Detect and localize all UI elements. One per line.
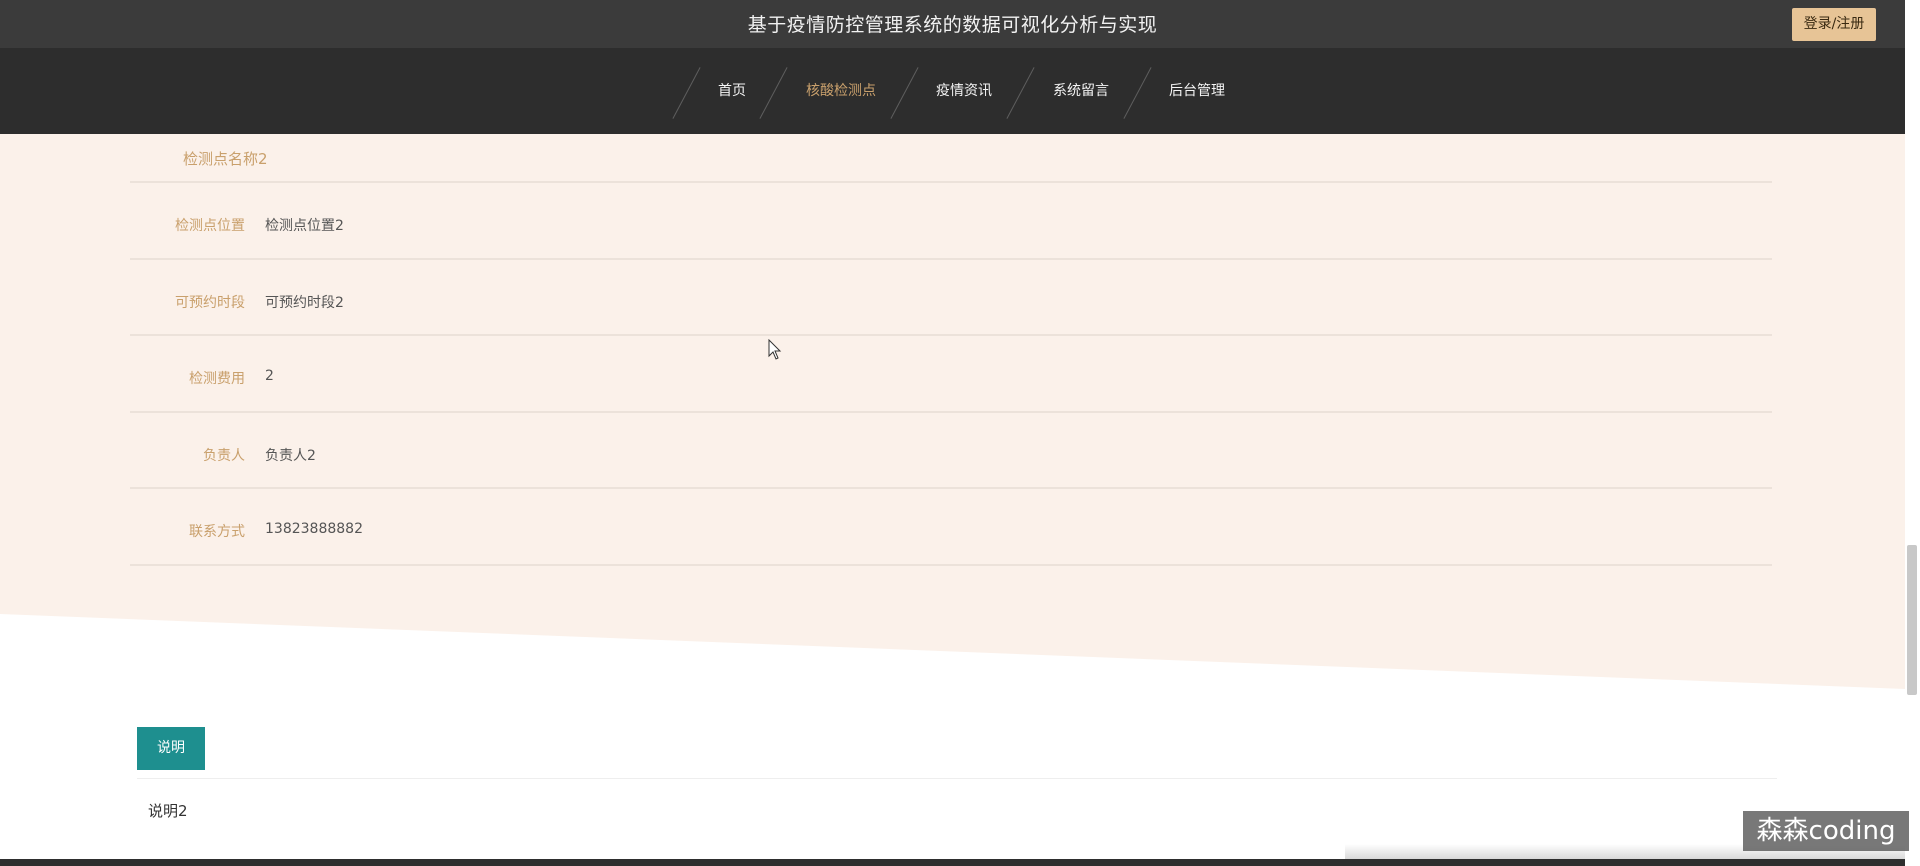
nav-item-epidemic-news[interactable]: 疫情资讯	[936, 80, 992, 102]
nav-item-admin[interactable]: 后台管理	[1169, 80, 1225, 102]
description-tab[interactable]: 说明	[137, 727, 205, 770]
nav-item-home[interactable]: 首页	[718, 80, 746, 102]
description-text: 说明2	[148, 802, 188, 820]
field-value-contact: 13823888882	[265, 521, 363, 537]
scrollbar-thumb[interactable]	[1907, 545, 1917, 695]
nav-item-testing-sites[interactable]: 核酸检测点	[806, 80, 876, 102]
field-label-timeslot: 可预约时段	[175, 295, 245, 311]
row-divider	[130, 258, 1772, 260]
description-divider	[137, 778, 1777, 779]
nav-item-messages[interactable]: 系统留言	[1053, 80, 1109, 102]
mouse-cursor-icon	[768, 339, 782, 360]
field-value-fee: 2	[265, 368, 274, 384]
detail-title: 检测点名称2	[183, 150, 268, 168]
scrollbar-track[interactable]	[1905, 0, 1920, 866]
field-label-contact: 联系方式	[189, 524, 245, 540]
field-label-fee: 检测费用	[189, 371, 245, 387]
field-label-location: 检测点位置	[175, 218, 245, 234]
login-register-button[interactable]: 登录/注册	[1792, 8, 1876, 41]
row-divider	[130, 487, 1772, 489]
field-value-timeslot: 可预约时段2	[265, 295, 344, 311]
watermark: 森森coding	[1743, 811, 1909, 851]
page: 基于疫情防控管理系统的数据可视化分析与实现 登录/注册 首页 核酸检测点 疫情资…	[0, 0, 1920, 866]
field-value-location: 检测点位置2	[265, 218, 344, 234]
field-value-manager: 负责人2	[265, 448, 316, 464]
row-divider	[130, 564, 1772, 566]
row-divider	[130, 181, 1772, 183]
bottom-bar	[0, 859, 1905, 866]
field-label-manager: 负责人	[203, 448, 245, 464]
site-title: 基于疫情防控管理系统的数据可视化分析与实现	[747, 14, 1158, 36]
row-divider	[130, 411, 1772, 413]
row-divider	[130, 334, 1772, 336]
